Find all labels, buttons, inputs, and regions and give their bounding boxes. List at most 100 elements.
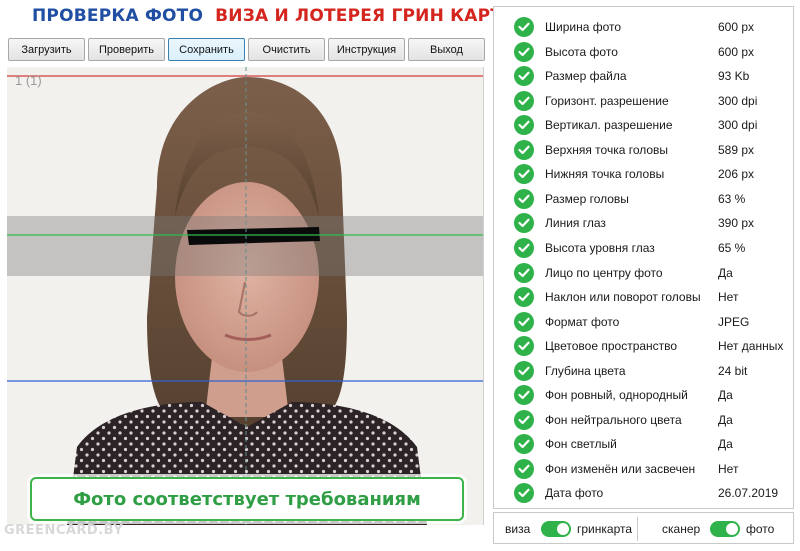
result-row: Верхняя точка головы 589 px	[494, 138, 794, 162]
watermark: GREENCARD.BY	[4, 523, 124, 538]
result-value: JPEG	[718, 314, 750, 329]
result-row: Фон ровный, однородный Да	[494, 383, 794, 407]
check-circle-icon	[514, 360, 534, 381]
result-label: Фон изменён или засвечен	[545, 461, 696, 476]
result-label: Фон ровный, однородный	[545, 388, 688, 403]
result-row: Линия глаз 390 px	[494, 211, 794, 235]
result-label: Формат фото	[545, 314, 620, 329]
result-value: 93 Kb	[718, 69, 750, 84]
result-row: Горизонт. разрешение 300 dpi	[494, 89, 794, 113]
app-title: ПРОВЕРКА ФОТО ВИЗА И ЛОТЕРЕЯ ГРИН КАРТА	[32, 6, 515, 26]
check-circle-icon	[514, 237, 534, 258]
check-circle-icon	[514, 262, 534, 283]
result-label: Верхняя точка головы	[545, 142, 669, 157]
result-value: 24 bit	[718, 363, 748, 378]
check-circle-icon	[514, 336, 534, 357]
check-circle-icon	[514, 483, 534, 504]
result-row: Глубина цвета 24 bit	[494, 359, 794, 383]
result-row: Вертикал. разрешение 300 dpi	[494, 113, 794, 137]
instructions-button[interactable]: Инструкция	[328, 38, 405, 61]
check-circle-icon	[514, 213, 534, 234]
switch-knob	[557, 523, 569, 535]
result-row: Фон изменён или засвечен Нет	[494, 457, 794, 481]
result-label: Фон светлый	[545, 437, 617, 452]
result-value: 63 %	[718, 191, 746, 206]
toggle-visa-label: виза	[505, 522, 531, 536]
result-text: Фото соответствует требованиям	[73, 488, 421, 510]
result-label: Фон нейтрального цвета	[545, 412, 682, 427]
face-shape	[175, 182, 319, 372]
result-value: Да	[718, 437, 733, 452]
result-value: 300 dpi	[718, 118, 758, 133]
toggle-photo-label: фото	[746, 522, 775, 536]
save-button[interactable]: Сохранить	[168, 38, 245, 61]
result-value: 589 px	[718, 142, 755, 157]
result-row: Фон светлый Да	[494, 432, 794, 456]
check-circle-icon	[514, 188, 534, 209]
check-circle-icon	[514, 115, 534, 136]
result-label: Горизонт. разрешение	[545, 93, 669, 108]
result-value: Нет данных	[718, 339, 784, 354]
result-banner: Фото соответствует требованиям	[30, 477, 464, 521]
check-circle-icon	[514, 139, 534, 160]
result-row: Высота фото 600 px	[494, 40, 794, 64]
toggle-scanner-label: сканер	[662, 522, 701, 536]
result-row: Цветовое пространство Нет данных	[494, 334, 794, 358]
check-circle-icon	[514, 458, 534, 479]
check-circle-icon	[514, 409, 534, 430]
exit-button[interactable]: Выход	[408, 38, 485, 61]
result-label: Размер файла	[545, 69, 627, 84]
result-label: Высота фото	[545, 44, 618, 59]
toggle-greencard-label: гринкарта	[577, 522, 633, 536]
result-value: Да	[718, 388, 733, 403]
result-value: 390 px	[718, 216, 755, 231]
result-value: 600 px	[718, 20, 755, 34]
result-label: Размер головы	[545, 191, 629, 206]
check-button[interactable]: Проверить	[88, 38, 165, 61]
result-value: 206 px	[718, 167, 755, 182]
scanner-photo-switch[interactable]	[710, 521, 740, 537]
result-value: 26.07.2019	[718, 486, 779, 501]
result-row: Размер головы 63 %	[494, 187, 794, 211]
result-row: Высота уровня глаз 65 %	[494, 236, 794, 260]
photo-counter: 1 (1)	[15, 73, 42, 88]
result-row: Ширина фото 600 px	[494, 15, 794, 39]
result-label: Цветовое пространство	[545, 339, 678, 354]
result-label: Нижняя точка головы	[545, 167, 665, 182]
result-row: Фон нейтрального цвета Да	[494, 408, 794, 432]
check-circle-icon	[514, 287, 534, 308]
result-label: Дата фото	[545, 486, 604, 501]
results-panel: Ширина фото 600 px Высота фото 600 px Размер…	[493, 6, 794, 509]
result-label: Лицо по центру фото	[545, 265, 663, 280]
toggle-divider	[637, 517, 638, 541]
result-value: Да	[718, 412, 733, 427]
toolbar: Загрузить Проверить Сохранить Очистить И…	[8, 38, 485, 61]
result-label: Высота уровня глаз	[545, 240, 655, 255]
load-button[interactable]: Загрузить	[8, 38, 85, 61]
check-circle-icon	[514, 164, 534, 185]
switch-knob	[726, 523, 738, 535]
check-circle-icon	[514, 41, 534, 62]
photo-preview[interactable]: 1 (1)	[7, 67, 484, 525]
visa-greencard-switch[interactable]	[541, 521, 571, 537]
result-label: Линия глаз	[545, 216, 606, 231]
title-photo-check: ПРОВЕРКА ФОТО	[32, 6, 204, 26]
result-row: Размер файла 93 Kb	[494, 64, 794, 88]
clear-button[interactable]: Очистить	[248, 38, 325, 61]
title-visa-lottery: ВИЗА И ЛОТЕРЕЯ ГРИН КАРТА	[215, 6, 516, 26]
result-row: Формат фото JPEG	[494, 310, 794, 334]
result-value: 300 dpi	[718, 93, 758, 108]
portrait-image	[7, 67, 483, 525]
check-circle-icon	[514, 17, 534, 37]
check-circle-icon	[514, 434, 534, 455]
toggle-bar: виза гринкарта сканер фото	[493, 512, 794, 544]
result-value: Нет	[718, 290, 739, 305]
result-row: Нижняя точка головы 206 px	[494, 162, 794, 186]
check-circle-icon	[514, 311, 534, 332]
result-value: 65 %	[718, 240, 746, 255]
result-label: Вертикал. разрешение	[545, 118, 673, 133]
result-value: Нет	[718, 461, 739, 476]
photo-check-app: ПРОВЕРКА ФОТО ВИЗА И ЛОТЕРЕЯ ГРИН КАРТА З…	[0, 0, 800, 551]
check-circle-icon	[514, 385, 534, 406]
result-value: Да	[718, 265, 733, 280]
